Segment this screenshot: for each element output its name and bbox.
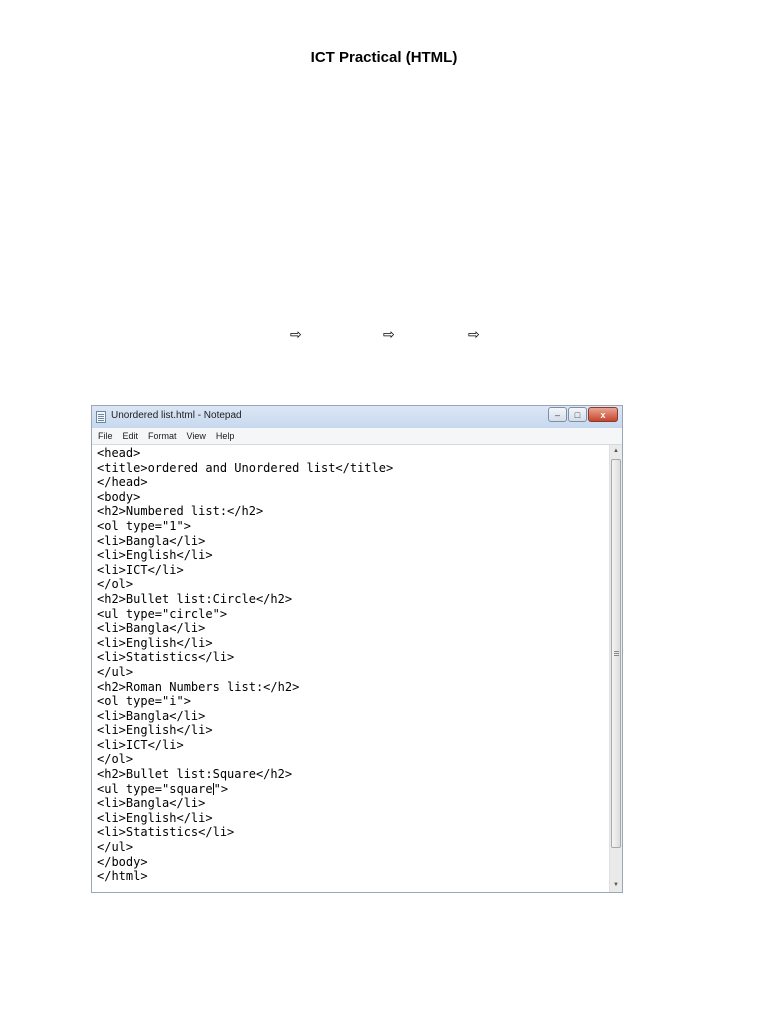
page-title: ICT Practical (HTML) <box>310 49 458 66</box>
vertical-scrollbar[interactable]: ▲ ▼ <box>609 445 622 892</box>
code-line: <li>English</li> <box>97 723 213 738</box>
code-line: </html> <box>97 869 148 884</box>
code-line: </ol> <box>97 577 134 592</box>
code-line: <h2>Bullet list:Circle</h2> <box>97 591 293 606</box>
scroll-down-icon[interactable]: ▼ <box>610 879 622 892</box>
right-arrow-icon: ⇨ <box>290 326 302 342</box>
code-line: <li>Statistics</li> <box>97 825 235 840</box>
maximize-button[interactable]: □ <box>568 407 587 422</box>
code-line: <li>Bangla</li> <box>97 621 206 636</box>
notepad-window: Unordered list.html - Notepad – □ x File… <box>91 405 623 893</box>
code-line: <ul type="square"> <box>97 781 229 796</box>
notepad-icon <box>96 411 106 423</box>
code-line: </body> <box>97 854 148 869</box>
close-button[interactable]: x <box>588 407 618 422</box>
menu-edit[interactable]: Edit <box>118 431 144 441</box>
scrollbar-thumb[interactable] <box>611 459 621 848</box>
right-arrow-icon: ⇨ <box>383 326 395 342</box>
menu-view[interactable]: View <box>182 431 211 441</box>
code-line: <li>Bangla</li> <box>97 796 206 811</box>
code-line: </ul> <box>97 664 134 679</box>
text-cursor <box>212 782 214 795</box>
code-line: <h2>Numbered list:</h2> <box>97 504 264 519</box>
code-line: <li>English</li> <box>97 548 213 563</box>
minimize-button[interactable]: – <box>548 407 567 422</box>
scroll-up-icon[interactable]: ▲ <box>610 445 622 458</box>
menu-help[interactable]: Help <box>211 431 240 441</box>
menu-format[interactable]: Format <box>143 431 182 441</box>
code-line: <li>Bangla</li> <box>97 533 206 548</box>
title-bar[interactable]: Unordered list.html - Notepad – □ x <box>92 406 622 428</box>
window-title: Unordered list.html - Notepad <box>111 410 242 421</box>
code-line: </ol> <box>97 752 134 767</box>
right-arrow-icon: ⇨ <box>468 326 480 342</box>
code-line: <body> <box>97 489 141 504</box>
menu-file[interactable]: File <box>92 431 118 441</box>
code-line: <h2>Roman Numbers list:</h2> <box>97 679 300 694</box>
code-line: <head> <box>97 446 141 460</box>
code-line: </ul> <box>97 840 134 855</box>
window-controls: – □ x <box>547 407 618 422</box>
code-line: <li>Statistics</li> <box>97 650 235 665</box>
code-line: </head> <box>97 475 148 490</box>
code-line: <ul type="circle"> <box>97 606 228 621</box>
code-line: <ol type="i"> <box>97 694 191 709</box>
code-line: <li>Bangla</li> <box>97 708 206 723</box>
code-line: <h2>Bullet list:Square</h2> <box>97 767 293 782</box>
code-line: <li>ICT</li> <box>97 562 184 577</box>
code-line: <li>English</li> <box>97 635 213 650</box>
menu-bar: File Edit Format View Help <box>92 428 622 445</box>
code-line: <ol type="1"> <box>97 518 191 533</box>
code-line: <title>ordered and Unordered list</title… <box>97 460 394 475</box>
text-editor-area[interactable]: <head> <title>ordered and Unordered list<… <box>92 445 609 892</box>
code-line: <li>English</li> <box>97 810 213 825</box>
code-line: <li>ICT</li> <box>97 737 184 752</box>
grip-icon <box>614 650 619 656</box>
